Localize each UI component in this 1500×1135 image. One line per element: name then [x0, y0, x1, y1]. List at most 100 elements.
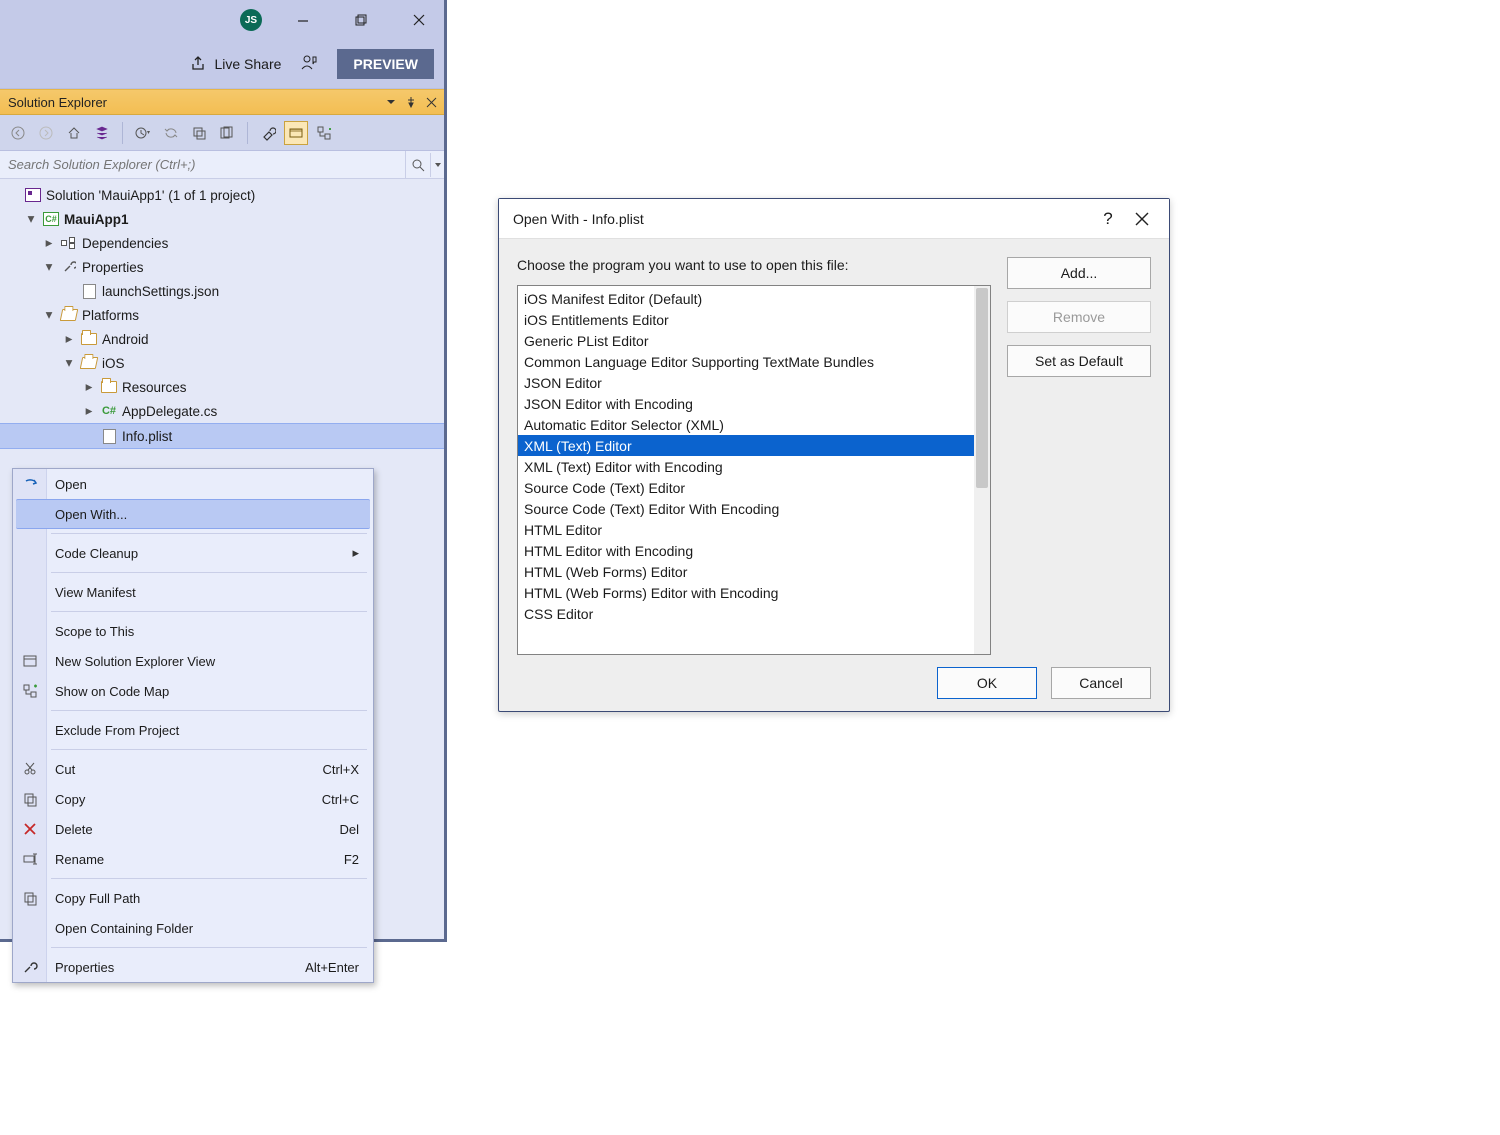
- ctx-scope[interactable]: Scope to This: [13, 616, 373, 646]
- solution-node[interactable]: Solution 'MauiApp1' (1 of 1 project): [0, 183, 444, 207]
- set-default-button[interactable]: Set as Default: [1007, 345, 1151, 377]
- ios-node[interactable]: ▾ iOS: [0, 351, 444, 375]
- panel-close-icon[interactable]: [422, 93, 440, 111]
- folder-icon: [100, 381, 118, 393]
- solution-explorer-header: Solution Explorer: [0, 89, 444, 115]
- minimize-button[interactable]: [286, 5, 320, 35]
- list-item[interactable]: JSON Editor with Encoding: [518, 393, 990, 414]
- add-button[interactable]: Add...: [1007, 257, 1151, 289]
- ctx-new-explorer-label: New Solution Explorer View: [55, 654, 359, 669]
- view-nodes-button[interactable]: [312, 121, 336, 145]
- chevron-down-icon[interactable]: ▾: [62, 355, 76, 371]
- list-item[interactable]: HTML (Web Forms) Editor: [518, 561, 990, 582]
- list-item[interactable]: Generic PList Editor: [518, 330, 990, 351]
- list-item[interactable]: Source Code (Text) Editor With Encoding: [518, 498, 990, 519]
- platforms-node[interactable]: ▾ Platforms: [0, 303, 444, 327]
- list-item[interactable]: XML (Text) Editor with Encoding: [518, 456, 990, 477]
- home-button[interactable]: [62, 121, 86, 145]
- scrollbar-thumb[interactable]: [976, 288, 988, 488]
- ctx-exclude-label: Exclude From Project: [55, 723, 359, 738]
- search-icon[interactable]: [406, 153, 430, 177]
- chevron-right-icon[interactable]: ▸: [82, 403, 96, 419]
- ctx-open[interactable]: Open: [13, 469, 373, 499]
- list-item[interactable]: HTML (Web Forms) Editor with Encoding: [518, 582, 990, 603]
- pin-icon[interactable]: [402, 93, 420, 111]
- list-item[interactable]: iOS Manifest Editor (Default): [518, 288, 990, 309]
- properties-button[interactable]: [256, 121, 280, 145]
- infoplist-label: Info.plist: [122, 429, 172, 444]
- ctx-copy-path[interactable]: Copy Full Path: [13, 883, 373, 913]
- resources-node[interactable]: ▸ Resources: [0, 375, 444, 399]
- chevron-down-icon[interactable]: ▾: [42, 259, 56, 275]
- live-share-button[interactable]: Live Share: [190, 54, 281, 75]
- ctx-properties[interactable]: Properties Alt+Enter: [13, 952, 373, 982]
- appdelegate-label: AppDelegate.cs: [122, 404, 217, 419]
- project-label: MauiApp1: [64, 212, 129, 227]
- ctx-rename[interactable]: Rename F2: [13, 844, 373, 874]
- launchsettings-node[interactable]: launchSettings.json: [0, 279, 444, 303]
- properties-node[interactable]: ▾ Properties: [0, 255, 444, 279]
- ctx-delete[interactable]: Delete Del: [13, 814, 373, 844]
- list-item[interactable]: Common Language Editor Supporting TextMa…: [518, 351, 990, 372]
- ctx-rename-shortcut: F2: [344, 852, 359, 867]
- cut-icon: [21, 761, 39, 777]
- back-button[interactable]: [6, 121, 30, 145]
- ctx-code-cleanup[interactable]: Code Cleanup ▸: [13, 538, 373, 568]
- maximize-button[interactable]: [344, 5, 378, 35]
- ctx-exclude[interactable]: Exclude From Project: [13, 715, 373, 745]
- scrollbar[interactable]: [974, 286, 990, 654]
- ctx-open-folder[interactable]: Open Containing Folder: [13, 913, 373, 943]
- list-item[interactable]: HTML Editor: [518, 519, 990, 540]
- list-item[interactable]: HTML Editor with Encoding: [518, 540, 990, 561]
- appdelegate-node[interactable]: ▸ C# AppDelegate.cs: [0, 399, 444, 423]
- dialog-prompt: Choose the program you want to use to op…: [517, 257, 991, 273]
- close-button[interactable]: [402, 5, 436, 35]
- switch-views-button[interactable]: [90, 121, 114, 145]
- cancel-button[interactable]: Cancel: [1051, 667, 1151, 699]
- separator: [51, 749, 367, 750]
- pending-changes-filter[interactable]: [131, 121, 155, 145]
- infoplist-node[interactable]: Info.plist: [0, 423, 444, 449]
- ctx-open-with-label: Open With...: [55, 507, 356, 522]
- dependencies-node[interactable]: ▸ Dependencies: [0, 231, 444, 255]
- dialog-close-button[interactable]: [1125, 202, 1159, 236]
- chevron-right-icon[interactable]: ▸: [62, 331, 76, 347]
- list-item[interactable]: XML (Text) Editor: [518, 435, 990, 456]
- separator: [51, 572, 367, 573]
- android-node[interactable]: ▸ Android: [0, 327, 444, 351]
- help-button[interactable]: ?: [1091, 202, 1125, 236]
- list-item[interactable]: Automatic Editor Selector (XML): [518, 414, 990, 435]
- ctx-open-with[interactable]: Open With...: [16, 499, 370, 529]
- list-item[interactable]: Source Code (Text) Editor: [518, 477, 990, 498]
- editor-listbox[interactable]: iOS Manifest Editor (Default)iOS Entitle…: [517, 285, 991, 655]
- ctx-code-map[interactable]: Show on Code Map: [13, 676, 373, 706]
- panel-dropdown-icon[interactable]: [382, 93, 400, 111]
- ctx-new-explorer[interactable]: New Solution Explorer View: [13, 646, 373, 676]
- list-item[interactable]: CSS Editor: [518, 603, 990, 624]
- chevron-down-icon[interactable]: ▾: [42, 307, 56, 323]
- separator: [51, 710, 367, 711]
- forward-button[interactable]: [34, 121, 58, 145]
- project-node[interactable]: ▾ C# MauiApp1: [0, 207, 444, 231]
- ctx-copy[interactable]: Copy Ctrl+C: [13, 784, 373, 814]
- copy-path-icon: [21, 890, 39, 906]
- chevron-down-icon[interactable]: ▾: [24, 211, 38, 227]
- show-all-files-button[interactable]: [215, 121, 239, 145]
- user-badge[interactable]: JS: [240, 9, 262, 31]
- search-input[interactable]: [0, 151, 405, 178]
- ok-button[interactable]: OK: [937, 667, 1037, 699]
- chevron-right-icon[interactable]: ▸: [82, 379, 96, 395]
- sync-button[interactable]: [159, 121, 183, 145]
- delete-icon: [21, 821, 39, 837]
- chevron-right-icon[interactable]: ▸: [42, 235, 56, 251]
- preview-selected-button[interactable]: [284, 121, 308, 145]
- ctx-cut[interactable]: Cut Ctrl+X: [13, 754, 373, 784]
- ctx-view-manifest-label: View Manifest: [55, 585, 359, 600]
- feedback-icon[interactable]: [299, 53, 319, 76]
- list-item[interactable]: JSON Editor: [518, 372, 990, 393]
- collapse-all-button[interactable]: [187, 121, 211, 145]
- ctx-view-manifest[interactable]: View Manifest: [13, 577, 373, 607]
- ctx-copy-label: Copy: [55, 792, 322, 807]
- list-item[interactable]: iOS Entitlements Editor: [518, 309, 990, 330]
- search-dropdown[interactable]: [430, 153, 444, 177]
